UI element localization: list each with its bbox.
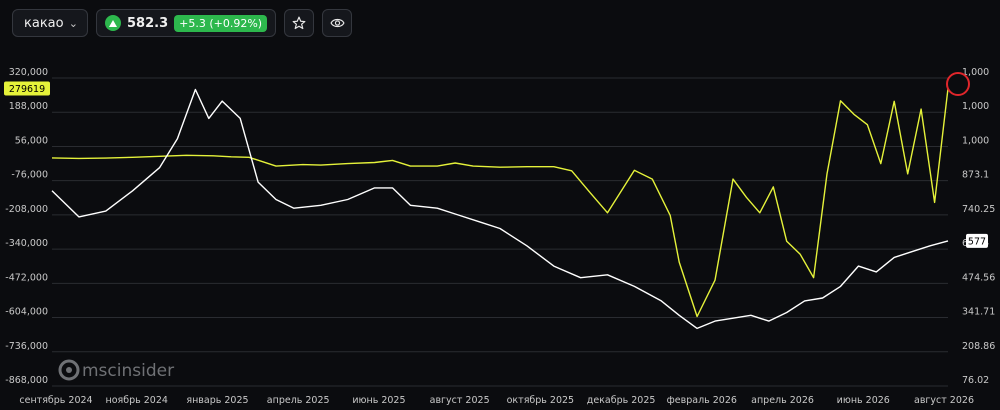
highlight-circle: [946, 72, 970, 96]
x-tick-label: июнь 2025: [352, 395, 405, 406]
price-chart[interactable]: 320,000 188,000 56,000 -76,000 -208,000 -340,…: [0, 0, 1000, 410]
left-tick-label: -868,000: [5, 375, 48, 386]
right-series-line: [51, 88, 949, 330]
series-lines: [51, 88, 949, 330]
msc-logo-icon: [58, 359, 80, 381]
left-last-value-label: 279619: [9, 84, 45, 95]
right-tick-label: 474.56: [962, 272, 995, 283]
watermark: mscinsider: [58, 359, 174, 381]
x-tick-label: ноябрь 2024: [106, 395, 168, 406]
left-tick-label: -208,000: [5, 204, 48, 215]
left-tick-label: -340,000: [5, 238, 48, 249]
right-axis: 1,0001,0001,000873.1740.25607.4474.56341…: [962, 67, 995, 386]
right-last-value-label: 577: [968, 236, 986, 247]
left-tick-label: -76,000: [11, 170, 48, 181]
left-tick-label: 188,000: [9, 101, 48, 112]
right-tick-label: 740.25: [962, 204, 995, 215]
x-tick-label: август 2026: [914, 395, 974, 406]
right-tick-label: 208.86: [962, 341, 995, 352]
x-tick-label: февраль 2026: [667, 395, 737, 406]
left-tick-label: -472,000: [5, 272, 48, 283]
left-tick-label: -604,000: [5, 307, 48, 318]
x-tick-label: январь 2025: [186, 395, 248, 406]
last-value-labels: 279619 577: [4, 81, 988, 248]
right-tick-label: 1,000: [962, 135, 989, 146]
x-tick-label: сентябрь 2024: [19, 395, 92, 406]
x-tick-label: апрель 2025: [267, 395, 330, 406]
grid-lines: [52, 77, 948, 387]
x-axis: сентябрь 2024 ноябрь 2024 январь 2025 апрел…: [19, 395, 974, 406]
left-tick-label: -736,000: [5, 341, 48, 352]
right-tick-label: 1,000: [962, 101, 989, 112]
x-tick-label: апрель 2026: [751, 395, 814, 406]
x-tick-label: декабрь 2025: [587, 395, 656, 406]
x-tick-label: август 2025: [430, 395, 490, 406]
left-tick-label: 320,000: [9, 67, 48, 78]
left-series-line: [51, 88, 949, 318]
x-tick-label: октябрь 2025: [507, 395, 574, 406]
left-axis: 320,000 188,000 56,000 -76,000 -208,000 -340,…: [5, 67, 48, 386]
left-tick-label: 56,000: [15, 135, 48, 146]
x-tick-label: июнь 2026: [837, 395, 890, 406]
watermark-text: mscinsider: [82, 361, 174, 381]
right-tick-label: 873.1: [962, 170, 989, 181]
right-tick-label: 341.71: [962, 307, 995, 318]
right-tick-label: 76.02: [962, 375, 989, 386]
